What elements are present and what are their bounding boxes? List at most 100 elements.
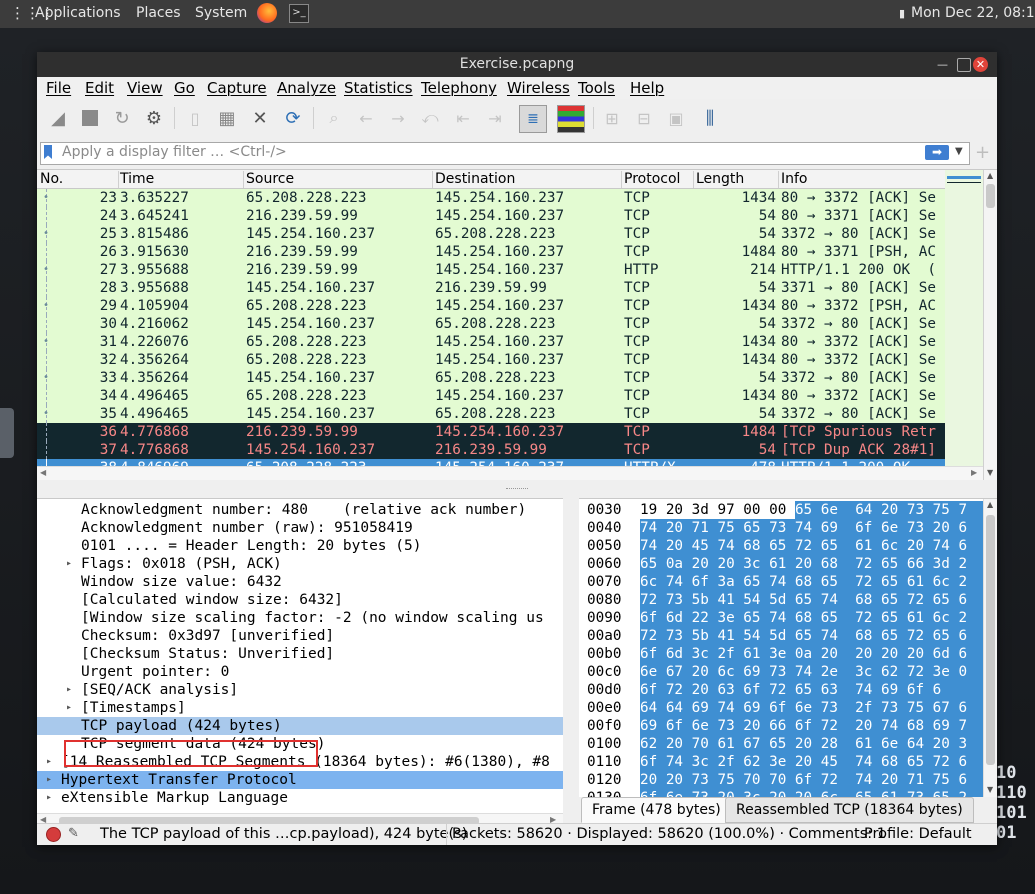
add-filter-button-icon[interactable]: + <box>975 142 990 163</box>
applications-menu[interactable]: Applications <box>35 5 121 21</box>
packet-row[interactable]: • 31 4.226076 65.208.228.223 145.254.160.237… <box>37 333 945 351</box>
places-menu[interactable]: Places <box>136 5 181 21</box>
byte-hex[interactable]: 72 73 5b 41 54 5d 65 74 68 65 72 65 6 <box>640 627 967 645</box>
menu-wireless[interactable]: Wireless <box>507 79 570 97</box>
start-capture-icon[interactable]: ◢ <box>45 105 71 131</box>
packet-row[interactable]: • 23 3.635227 65.208.228.223 145.254.160.237… <box>37 189 945 207</box>
byte-hex[interactable]: 6f 74 3c 2f 62 3e 20 45 74 68 65 72 6 <box>640 753 967 771</box>
bytes-scrollbar[interactable]: ▲ ▼ <box>983 499 997 798</box>
open-file-icon[interactable]: ▯ <box>182 105 208 131</box>
byte-hex[interactable]: 6f 72 20 63 6f 72 65 63 74 69 6f 6 <box>640 681 941 699</box>
byte-hex[interactable]: 65 0a 20 20 3c 61 20 68 72 65 66 3d 2 <box>640 555 967 573</box>
dock-handle[interactable] <box>0 408 14 458</box>
detail-row[interactable]: [Checksum Status: Unverified] <box>37 645 563 663</box>
capture-options-icon[interactable]: ⚙ <box>141 105 167 131</box>
resize-columns-icon[interactable]: ⫼ <box>697 105 723 131</box>
detail-row[interactable]: ▸ [Timestamps] <box>37 699 563 717</box>
clock[interactable]: Mon Dec 22, 08:15 <box>911 5 1035 21</box>
packet-row[interactable]: 26 3.915630 216.239.59.99 145.254.160.237 TC… <box>37 243 945 261</box>
go-back-icon[interactable]: ← <box>353 105 379 131</box>
close-file-icon[interactable]: ✕ <box>247 105 273 131</box>
byte-hex[interactable]: 20 20 73 75 70 70 6f 72 74 20 71 75 6 <box>640 771 967 789</box>
packet-row[interactable]: 34 4.496465 65.208.228.223 145.254.160.237 T… <box>37 387 945 405</box>
packet-row[interactable]: • 29 4.105904 65.208.228.223 145.254.160.237… <box>37 297 945 315</box>
firefox-icon[interactable] <box>257 3 277 23</box>
col-header-time[interactable]: Time <box>120 171 244 188</box>
go-forward-icon[interactable]: → <box>385 105 411 131</box>
expand-arrow-icon[interactable]: ▸ <box>46 753 52 771</box>
menu-statistics[interactable]: Statistics <box>344 79 413 97</box>
detail-row[interactable]: [Calculated window size: 6432] <box>37 591 563 609</box>
scroll-thumb[interactable] <box>986 184 995 208</box>
menu-edit[interactable]: Edit <box>85 79 114 97</box>
minimap[interactable] <box>945 170 983 481</box>
col-header-protocol[interactable]: Protocol <box>624 171 694 188</box>
terminal-icon[interactable]: >_ <box>289 4 309 23</box>
vertical-splitter[interactable] <box>563 498 579 827</box>
menu-telephony[interactable]: Telephony <box>421 79 497 97</box>
detail-row[interactable]: TCP payload (424 bytes) <box>37 717 563 735</box>
menu-analyze[interactable]: Analyze <box>277 79 336 97</box>
restart-capture-icon[interactable]: ↻ <box>109 105 135 131</box>
expand-arrow-icon[interactable]: ▸ <box>46 789 52 807</box>
byte-hex[interactable]: 69 6f 6e 73 20 66 6f 72 20 74 68 69 7 <box>640 717 967 735</box>
normal-size-icon[interactable]: ▣ <box>663 105 689 131</box>
zoom-in-icon[interactable]: ⊞ <box>599 105 625 131</box>
expert-info-icon[interactable] <box>46 827 61 842</box>
menu-file[interactable]: File <box>46 79 71 97</box>
packet-list-hscrollbar[interactable]: ◀ ▶ <box>37 466 983 481</box>
bookmark-icon[interactable] <box>44 145 52 159</box>
expand-arrow-icon[interactable]: ▸ <box>46 771 52 789</box>
packet-list-scrollbar[interactable]: ▲ ▼ <box>983 170 997 481</box>
byte-hex[interactable]: 19 20 3d 97 00 00 65 6e 64 20 73 75 7 <box>640 501 967 519</box>
detail-row[interactable]: Window size value: 6432 <box>37 573 563 591</box>
detail-row[interactable]: ▸ Flags: 0x018 (PSH, ACK) <box>37 555 563 573</box>
go-to-packet-icon[interactable]: ⤺ <box>417 105 443 131</box>
filter-dropdown-icon[interactable]: ▼ <box>955 146 963 157</box>
reload-file-icon[interactable]: ⟳ <box>280 105 306 131</box>
colorize-icon[interactable] <box>557 105 585 133</box>
packet-row[interactable]: 36 4.776868 216.239.59.99 145.254.160.237 TC… <box>37 423 945 441</box>
col-header-info[interactable]: Info <box>781 171 945 188</box>
expand-arrow-icon[interactable]: ▸ <box>66 699 72 717</box>
packet-row[interactable]: • 27 3.955688 216.239.59.99 145.254.160.237 H… <box>37 261 945 279</box>
byte-hex[interactable]: 64 64 69 74 69 6f 6e 73 2f 73 75 67 6 <box>640 699 967 717</box>
save-file-icon[interactable]: ▦ <box>214 105 240 131</box>
detail-row[interactable]: ▸ Hypertext Transfer Protocol <box>37 771 563 789</box>
col-header-length[interactable]: Length <box>696 171 779 188</box>
last-packet-icon[interactable]: ⇥ <box>482 105 508 131</box>
col-header-destination[interactable]: Destination <box>435 171 622 188</box>
expand-arrow-icon[interactable]: ▸ <box>66 555 72 573</box>
pane-splitter[interactable] <box>37 480 997 498</box>
detail-row[interactable]: 0101 .... = Header Length: 20 bytes (5) <box>37 537 563 555</box>
byte-hex[interactable]: 6e 67 20 6c 69 73 74 2e 3c 62 72 3e 0 <box>640 663 967 681</box>
expand-arrow-icon[interactable]: ▸ <box>66 681 72 699</box>
detail-row[interactable]: Checksum: 0x3d97 [unverified] <box>37 627 563 645</box>
find-packet-icon[interactable]: ⌕ <box>321 105 347 131</box>
packet-row[interactable]: • 25 3.815486 145.254.160.237 65.208.228.223… <box>37 225 945 243</box>
menu-help[interactable]: Help <box>630 79 664 97</box>
autoscroll-icon[interactable]: ≣ <box>519 105 547 133</box>
packet-row[interactable]: • 33 4.356264 145.254.160.237 65.208.228.223… <box>37 369 945 387</box>
packet-row[interactable]: 28 3.955688 145.254.160.237 216.239.59.99 TC… <box>37 279 945 297</box>
byte-hex[interactable]: 6c 74 6f 3a 65 74 68 65 72 65 61 6c 2 <box>640 573 967 591</box>
system-menu[interactable]: System <box>195 5 247 21</box>
packet-row[interactable]: 32 4.356264 65.208.228.223 145.254.160.237 T… <box>37 351 945 369</box>
packet-row[interactable]: 30 4.216062 145.254.160.237 65.208.228.223 T… <box>37 315 945 333</box>
apply-filter-arrow-icon[interactable]: ➡ <box>925 145 949 160</box>
packet-row[interactable]: • 35 4.496465 145.254.160.237 65.208.228.223… <box>37 405 945 423</box>
minimize-icon[interactable]: — <box>935 57 950 72</box>
close-icon[interactable]: ✕ <box>973 57 988 72</box>
first-packet-icon[interactable]: ⇤ <box>450 105 476 131</box>
display-filter-field[interactable]: Apply a display filter … <Ctrl-/> ➡ ▼ <box>40 142 970 165</box>
menu-tools[interactable]: Tools <box>578 79 615 97</box>
detail-row[interactable]: Urgent pointer: 0 <box>37 663 563 681</box>
packet-row[interactable]: 24 3.645241 216.239.59.99 145.254.160.237 TC… <box>37 207 945 225</box>
menu-go[interactable]: Go <box>174 79 195 97</box>
tab-reassembled-tcp[interactable]: Reassembled TCP (18364 bytes) <box>725 797 974 823</box>
detail-row[interactable]: ▸ [SEQ/ACK analysis] <box>37 681 563 699</box>
col-header-no[interactable]: No. <box>40 171 119 188</box>
detail-row[interactable]: ▸ eXtensible Markup Language <box>37 789 563 807</box>
zoom-out-icon[interactable]: ⊟ <box>631 105 657 131</box>
detail-row[interactable]: Acknowledgment number (raw): 951058419 <box>37 519 563 537</box>
